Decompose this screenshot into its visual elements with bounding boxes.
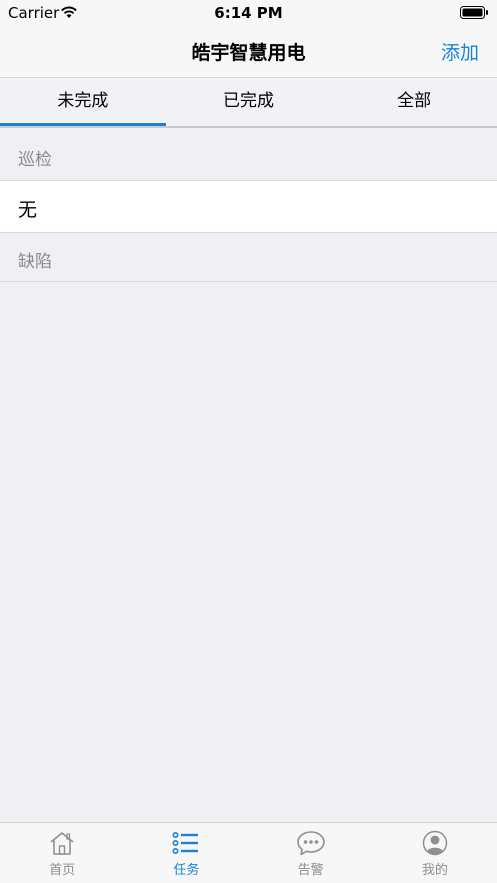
tab-bar-label-alerts: 告警 — [297, 863, 324, 878]
tab-bar-label-tasks: 任务 — [173, 863, 200, 878]
list-icon — [172, 831, 199, 854]
screen: Carrier 6:14 PM 皓宇智慧用电 添加 未完成 已完成 全部 巡检 … — [0, 0, 497, 883]
inspection-row-label: 无 — [18, 199, 38, 221]
tab-bar-item-alerts[interactable]: 告警 — [249, 823, 373, 883]
defect-section-header: 缺陷 — [0, 233, 497, 282]
tab-bar-label-profile: 我的 — [421, 863, 448, 878]
chat-bubble-icon — [296, 831, 325, 856]
task-filter-tabs: 未完成 已完成 全部 — [0, 78, 497, 126]
tab-completed[interactable]: 已完成 — [166, 78, 332, 126]
tab-incomplete[interactable]: 未完成 — [0, 78, 166, 126]
add-button[interactable]: 添加 — [441, 38, 479, 65]
inspection-section-header: 巡检 — [0, 129, 497, 181]
page-title: 皓宇智慧用电 — [191, 42, 306, 64]
defect-section-title: 缺陷 — [18, 252, 52, 272]
battery-icon — [460, 6, 488, 19]
tab-all[interactable]: 全部 — [331, 78, 497, 126]
tab-all-label: 全部 — [397, 91, 432, 111]
status-bar: Carrier 6:14 PM — [0, 0, 497, 26]
navigation-bar: 皓宇智慧用电 添加 — [0, 26, 497, 78]
tab-bar-item-profile[interactable]: 我的 — [373, 823, 497, 883]
tab-completed-label: 已完成 — [223, 91, 274, 111]
tab-bar: 首页 任务 告警 我的 — [0, 822, 497, 883]
home-icon — [50, 832, 74, 855]
tab-incomplete-label: 未完成 — [57, 91, 109, 111]
user-icon — [422, 830, 448, 856]
tab-bar-label-home: 首页 — [49, 863, 76, 878]
tab-bar-item-home[interactable]: 首页 — [0, 823, 124, 883]
tabs-divider — [0, 126, 497, 128]
inspection-section-title: 巡检 — [18, 150, 52, 170]
tab-bar-item-tasks[interactable]: 任务 — [124, 823, 248, 883]
inspection-row[interactable]: 无 — [0, 181, 497, 233]
clock-time: 6:14 PM — [214, 4, 283, 22]
